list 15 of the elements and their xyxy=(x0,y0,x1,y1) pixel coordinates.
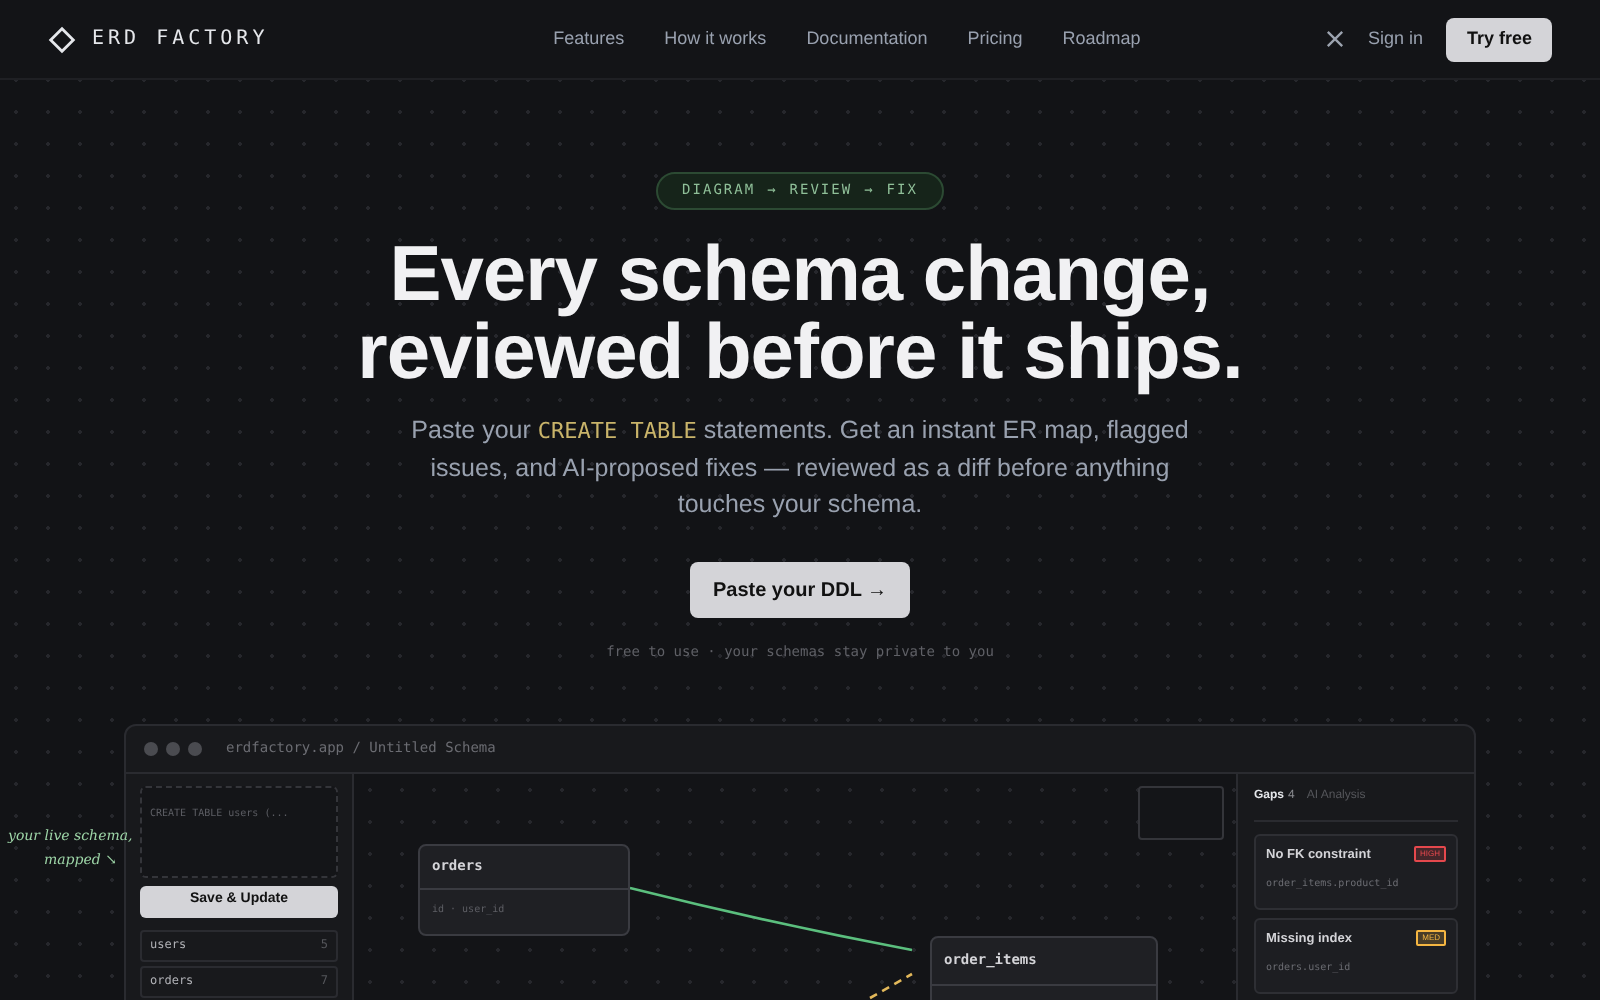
paste-ddl-button[interactable]: Paste your DDL → xyxy=(690,562,910,618)
nav-link[interactable]: Pricing xyxy=(967,25,1023,53)
nav-link[interactable]: Documentation xyxy=(806,25,928,53)
nav-link[interactable]: Roadmap xyxy=(1062,25,1141,53)
diamond-logo-icon xyxy=(48,25,76,53)
brand-name: ERD FACTORY xyxy=(92,26,269,54)
try-free-button[interactable]: Try free xyxy=(1446,17,1552,61)
x-logo-icon[interactable] xyxy=(1325,30,1344,48)
hero-title: Every schema change, reviewed before it ships. xyxy=(357,236,1243,392)
minimap xyxy=(1138,785,1224,839)
nav-link[interactable]: Features xyxy=(553,25,625,53)
dashed-relation-line xyxy=(869,971,913,999)
hero-description: Paste your CREATE TABLE statements. Get an instant ER map, flagged issues, and AI-proposed fixes — reviewed as a diff before anything touches your schema. xyxy=(410,414,1190,522)
nav-link[interactable]: How it works xyxy=(664,25,767,53)
sign-in-link[interactable]: Sign in xyxy=(1367,25,1423,53)
